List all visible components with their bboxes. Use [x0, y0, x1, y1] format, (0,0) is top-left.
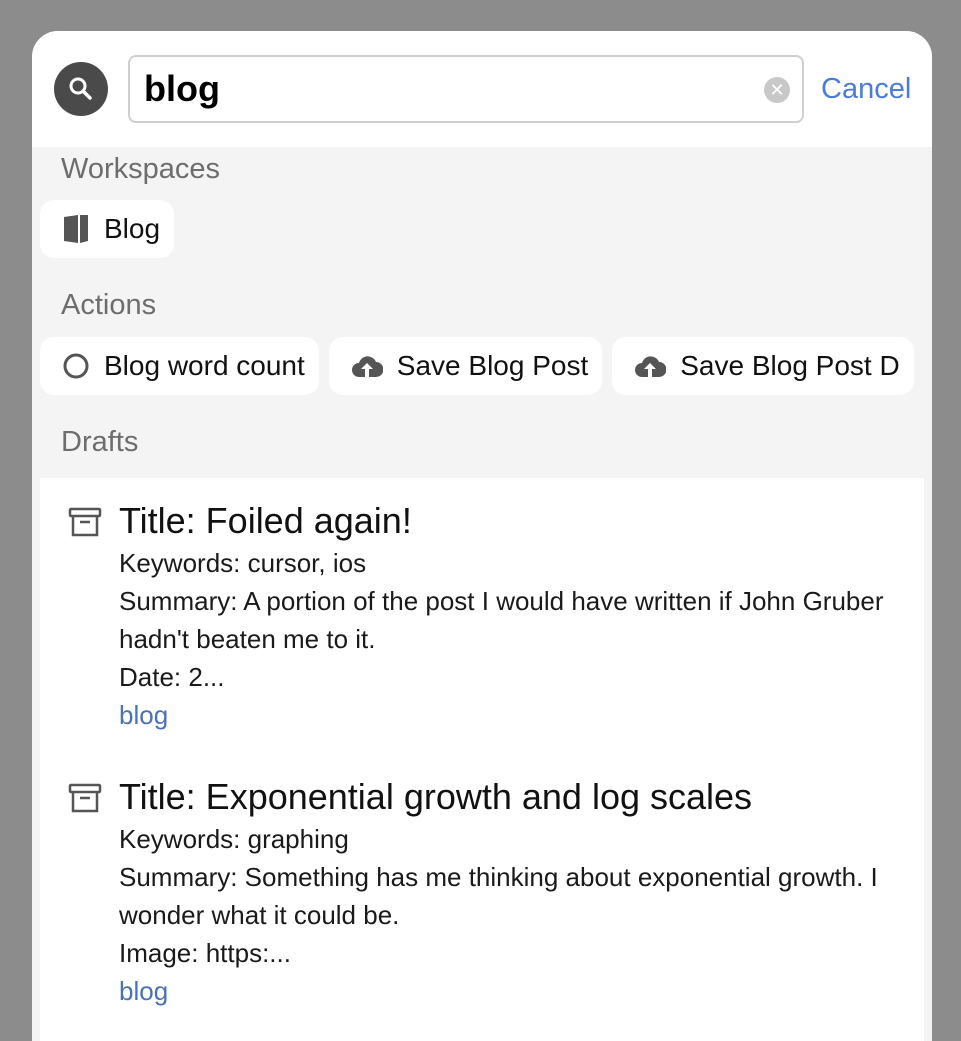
search-field[interactable]: ✕	[128, 55, 804, 123]
draft-item[interactable]: Title: Exponential growth and log scales…	[40, 776, 924, 1036]
action-label: Save Blog Post D	[680, 350, 900, 381]
action-save-blog-post-d[interactable]: Save Blog Post D	[612, 337, 914, 395]
search-modal: ✕ Cancel Workspaces Blog Actions Blog wo…	[32, 31, 932, 1041]
draft-summary: Summary: Something has me thinking about…	[119, 862, 878, 930]
draft-tag[interactable]: blog	[119, 696, 909, 734]
drafts-heading: Drafts	[61, 426, 139, 458]
search-header: ✕ Cancel	[32, 31, 932, 147]
search-input[interactable]	[144, 67, 744, 111]
action-save-blog-post[interactable]: Save Blog Post	[328, 337, 603, 395]
draft-item[interactable]: Title: Foiled again! Keywords: cursor, i…	[40, 500, 924, 760]
book-icon	[64, 215, 88, 243]
draft-keywords: Keywords: graphing	[119, 824, 349, 854]
action-label: Blog word count	[104, 350, 305, 381]
workspaces-heading: Workspaces	[61, 153, 221, 185]
workspaces-list: Blog	[40, 200, 175, 258]
archive-icon	[68, 507, 102, 537]
search-icon[interactable]	[54, 62, 108, 116]
draft-keywords: Keywords: cursor, ios	[119, 548, 367, 578]
actions-list: Blog word count Save Blog Post Save Blog…	[40, 337, 914, 395]
cloud-upload-icon	[351, 356, 383, 377]
workspace-blog[interactable]: Blog	[40, 200, 175, 258]
cloud-upload-icon	[635, 356, 667, 377]
draft-title: Title: Foiled again!	[119, 500, 412, 541]
draft-summary: Summary: A portion of the post I would h…	[119, 586, 884, 654]
action-label: Save Blog Post	[396, 350, 589, 381]
archive-icon	[68, 783, 102, 813]
workspace-label: Blog	[104, 213, 161, 244]
draft-image: Image: https:...	[119, 938, 291, 968]
circle-icon	[63, 353, 89, 379]
drafts-list: Title: Foiled again! Keywords: cursor, i…	[40, 478, 924, 1041]
draft-tag[interactable]: blog	[119, 972, 909, 1010]
draft-title: Title: Exponential growth and log scales	[119, 776, 753, 817]
action-blog-word-count[interactable]: Blog word count	[40, 337, 319, 395]
actions-heading: Actions	[61, 289, 157, 321]
clear-icon[interactable]: ✕	[764, 77, 790, 103]
draft-date: Date: 2...	[119, 662, 225, 692]
cancel-button[interactable]: Cancel	[821, 73, 911, 106]
